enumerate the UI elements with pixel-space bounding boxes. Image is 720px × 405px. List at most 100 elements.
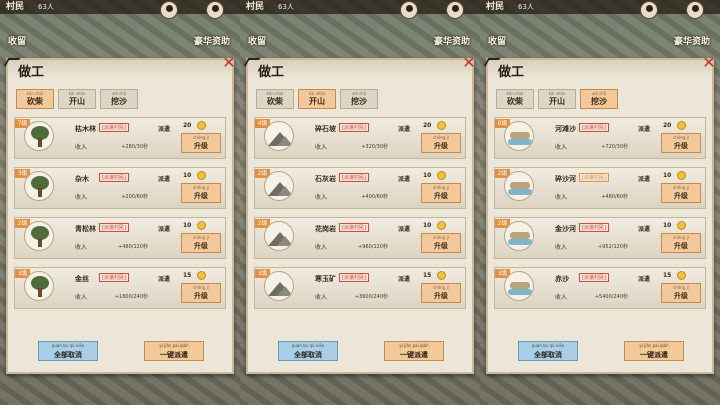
- income-label: 收入: [315, 244, 328, 251]
- coin-icon: [677, 221, 686, 230]
- mountain-icon: [264, 171, 294, 201]
- button-label: 升级: [674, 192, 688, 200]
- tab-chop-wood[interactable]: kǎn chái 砍柴: [256, 89, 294, 109]
- upgrade-button[interactable]: shēng jí 升级: [661, 283, 701, 303]
- cancel-all-button[interactable]: quán bù qǔ xiāo 全部取消: [38, 341, 98, 361]
- dispatch-villager-link[interactable]: [派遣村民]: [339, 123, 369, 132]
- tab-quarry[interactable]: kāi shān 开山: [538, 89, 576, 109]
- tab-pinyin: kǎn chái: [266, 91, 284, 96]
- upgrade-button[interactable]: shēng jí 升级: [181, 283, 221, 303]
- job-name: 碎石坡: [315, 125, 336, 133]
- upgrade-button[interactable]: shēng jí 升级: [181, 183, 221, 203]
- tree-shape: [38, 288, 42, 297]
- upgrade-button[interactable]: shēng jí 升级: [661, 133, 701, 153]
- tab-quarry[interactable]: kāi shān 开山: [298, 89, 336, 109]
- coin-icon: [197, 271, 206, 280]
- dispatch-label: 派遣: [638, 176, 651, 183]
- job-name: 寒玉矿: [315, 275, 336, 283]
- npc-avatar[interactable]: [206, 1, 224, 19]
- dispatch-villager-link[interactable]: [派遣村民]: [99, 173, 129, 182]
- upgrade-button[interactable]: shēng jí 升级: [421, 283, 461, 303]
- tab-pinyin: wā shā: [591, 91, 607, 96]
- dispatch-label: 派遣: [638, 126, 651, 133]
- work-panel: 做工 ✕ kǎn chái 砍柴 kāi shān 开山 wā shā 挖沙 4…: [243, 54, 476, 374]
- mountain-shape: [277, 236, 293, 246]
- villager-label: 村民: [246, 2, 265, 12]
- job-name: 赤沙: [555, 275, 569, 283]
- button-label: 一键派遣: [640, 351, 668, 359]
- dispatch-villager-link[interactable]: [派遣村民]: [579, 273, 609, 282]
- dispatch-villager-link[interactable]: [派遣村民]: [579, 223, 609, 232]
- close-icon[interactable]: ✕: [700, 54, 718, 72]
- button-pinyin: quán bù qǔ xiāo: [531, 343, 565, 348]
- tree-shape: [38, 238, 42, 247]
- upgrade-button[interactable]: shēng jí 升级: [181, 233, 221, 253]
- dispatch-villager-link[interactable]: [派遣村民]: [339, 173, 369, 182]
- tab-dig-sand[interactable]: wā shā 挖沙: [340, 89, 378, 109]
- shelter-button[interactable]: 收留: [8, 34, 26, 47]
- coin-icon: [197, 171, 206, 180]
- dispatch-label: 派遣: [638, 276, 651, 283]
- dispatch-label: 派遣: [638, 226, 651, 233]
- button-label: 升级: [194, 192, 208, 200]
- game-screen-3: 村民 63人 收留 豪华资助 做工 ✕ kǎn chái 砍柴 kāi shān…: [480, 0, 720, 405]
- luxury-funding-button[interactable]: 豪华资助: [674, 34, 710, 47]
- upgrade-button[interactable]: shēng jí 升级: [421, 183, 461, 203]
- tab-quarry[interactable]: kāi shān 开山: [58, 89, 96, 109]
- upgrade-button[interactable]: shēng jí 升级: [421, 233, 461, 253]
- job-row: 2级 金沙河 [派遣村民] 派遣 收入 +952/120秒 10 shēng j…: [494, 217, 706, 259]
- tab-pinyin: wā shā: [351, 91, 367, 96]
- upgrade-button[interactable]: shēng jí 升级: [181, 133, 221, 153]
- button-pinyin: shēng jí: [193, 285, 209, 290]
- dispatch-villager-link[interactable]: [派遣村民]: [339, 223, 369, 232]
- river-shape: [510, 182, 530, 189]
- npc-avatar[interactable]: [446, 1, 464, 19]
- upgrade-button[interactable]: shēng jí 升级: [661, 233, 701, 253]
- tab-chop-wood[interactable]: kǎn chái 砍柴: [16, 89, 54, 109]
- dispatch-villager-link[interactable]: [派遣村民]: [99, 273, 129, 282]
- income-label: 收入: [555, 144, 568, 151]
- npc-avatar[interactable]: [640, 1, 658, 19]
- river-shape: [510, 282, 530, 289]
- upgrade-button[interactable]: shēng jí 升级: [421, 133, 461, 153]
- river-shape: [508, 289, 532, 295]
- dispatch-all-button[interactable]: yí jiàn pài qiǎn 一键派遣: [624, 341, 684, 361]
- panel-title: 做工: [18, 65, 45, 80]
- upgrade-cost: 20: [183, 122, 192, 129]
- dispatch-villager-link[interactable]: [派遣村民]: [579, 173, 609, 182]
- tab-chop-wood[interactable]: kǎn chái 砍柴: [496, 89, 534, 109]
- shelter-button[interactable]: 收留: [488, 34, 506, 47]
- income-rate: +952/120秒: [598, 244, 628, 250]
- luxury-funding-button[interactable]: 豪华资助: [434, 34, 470, 47]
- dispatch-label: 派遣: [398, 126, 411, 133]
- job-row: 6级 河滩沙 [派遣村民] 派遣 收入 +720/30秒 20 shēng jí…: [494, 117, 706, 159]
- dispatch-villager-link[interactable]: [派遣村民]: [339, 273, 369, 282]
- dispatch-villager-link[interactable]: [派遣村民]: [99, 123, 129, 132]
- income-rate: +5400/240秒: [594, 294, 628, 300]
- tab-dig-sand[interactable]: wā shā 挖沙: [100, 89, 138, 109]
- upgrade-cost: 20: [663, 122, 672, 129]
- top-bar: 村民 63人: [480, 0, 720, 14]
- tab-dig-sand[interactable]: wā shā 挖沙: [580, 89, 618, 109]
- dispatch-all-button[interactable]: yí jiàn pài qiǎn 一键派遣: [144, 341, 204, 361]
- luxury-funding-button[interactable]: 豪华资助: [194, 34, 230, 47]
- river-shape: [508, 189, 532, 195]
- job-row: 2级 碎沙河 [派遣村民] 派遣 收入 +480/60秒 10 shēng jí…: [494, 167, 706, 209]
- upgrade-button[interactable]: shēng jí 升级: [661, 183, 701, 203]
- income-rate: +280/30秒: [121, 144, 148, 150]
- npc-avatar[interactable]: [160, 1, 178, 19]
- close-icon[interactable]: ✕: [220, 54, 238, 72]
- npc-avatar[interactable]: [686, 1, 704, 19]
- npc-avatar[interactable]: [400, 1, 418, 19]
- dispatch-villager-link[interactable]: [派遣村民]: [579, 123, 609, 132]
- close-icon[interactable]: ✕: [460, 54, 478, 72]
- cancel-all-button[interactable]: quán bù qǔ xiāo 全部取消: [278, 341, 338, 361]
- mountain-icon: [264, 271, 294, 301]
- dispatch-villager-link[interactable]: [派遣村民]: [99, 223, 129, 232]
- cancel-all-button[interactable]: quán bù qǔ xiāo 全部取消: [518, 341, 578, 361]
- top-bar: 村民 63人: [0, 0, 240, 14]
- shelter-button[interactable]: 收留: [248, 34, 266, 47]
- button-label: 升级: [434, 292, 448, 300]
- button-pinyin: shēng jí: [433, 285, 449, 290]
- dispatch-all-button[interactable]: yí jiàn pài qiǎn 一键派遣: [384, 341, 444, 361]
